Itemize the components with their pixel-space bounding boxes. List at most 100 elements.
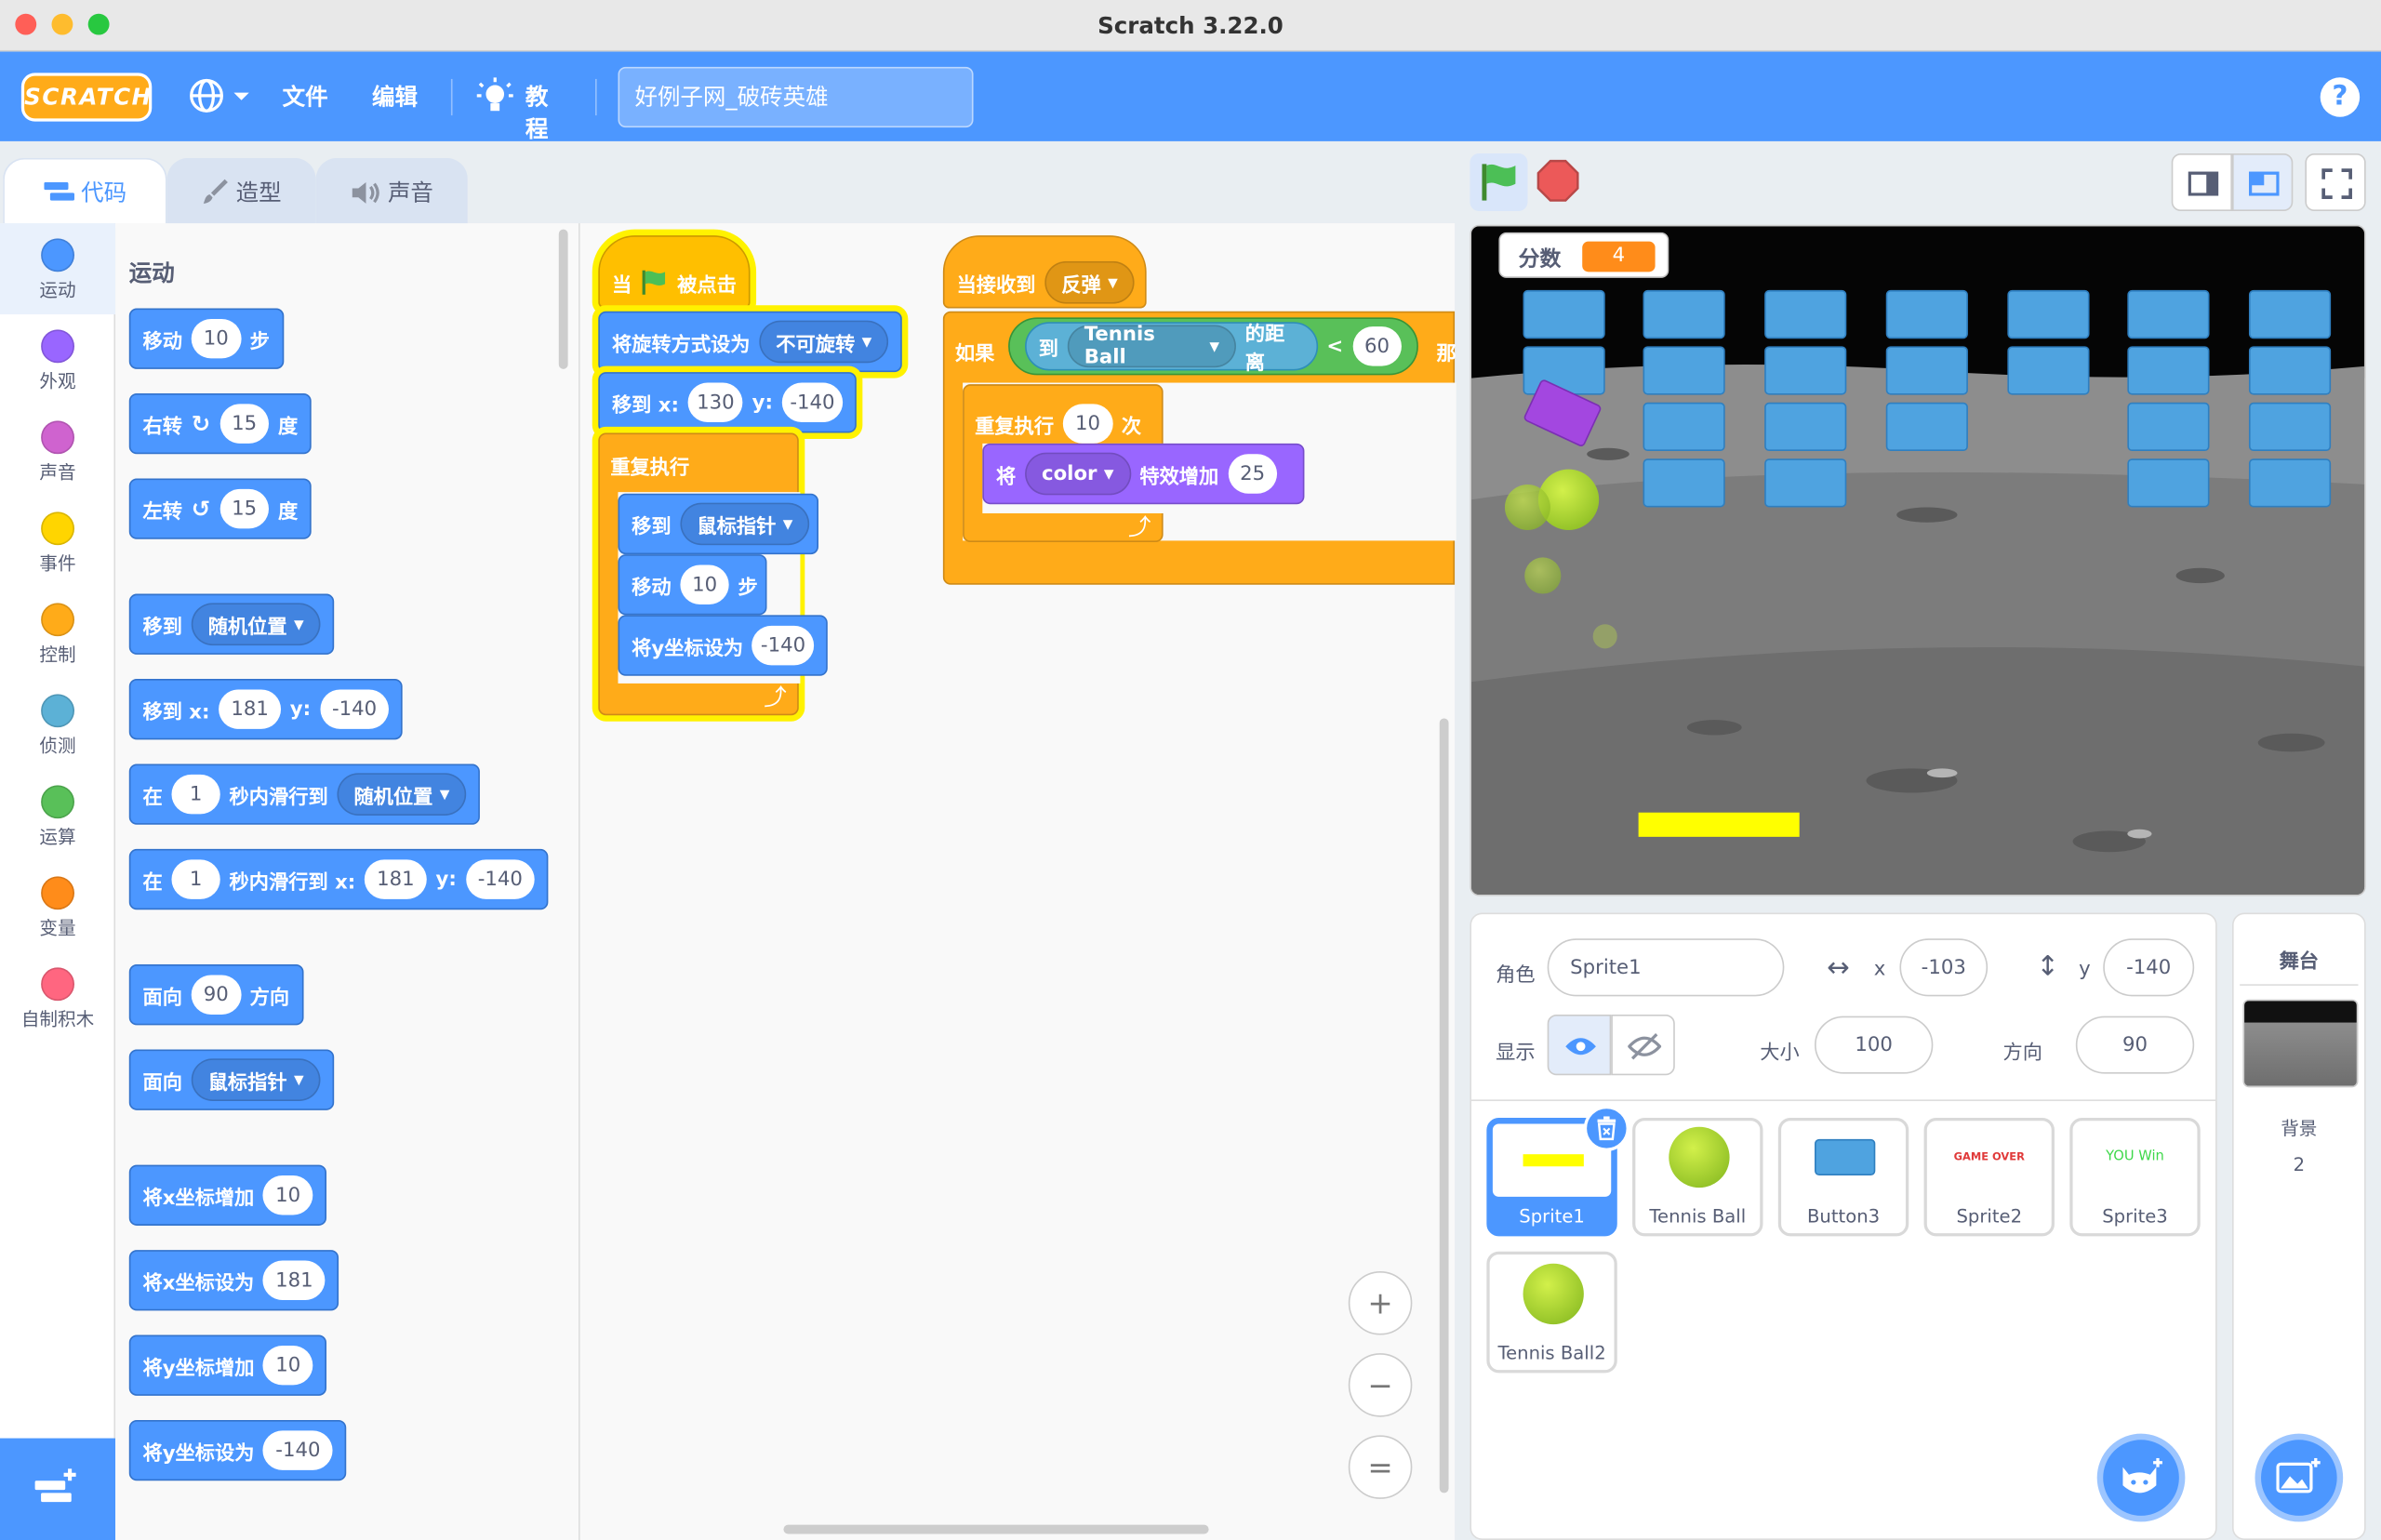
category-4[interactable]: 事件 [0,497,115,588]
tab-code[interactable]: 代码 [3,157,167,228]
block-input[interactable]: 130 [687,382,743,423]
block-move-steps[interactable]: 移动 10 步 [128,308,284,369]
block-input[interactable]: 15 [219,488,270,529]
file-menu[interactable]: 文件 [283,81,328,113]
block-input[interactable]: 15 [219,404,270,444]
block-input[interactable]: 1 [171,774,220,815]
block-goto-xy[interactable]: 移到 x: 181 y: -140 [128,679,403,740]
block-input[interactable]: 1 [171,859,220,899]
block-dropdown[interactable]: 鼠标指针 ▾ [680,502,810,546]
y-input[interactable]: -140 [2103,938,2195,997]
sprite-tile-sprite2[interactable]: GAME OVER Sprite2 [1923,1117,2055,1237]
block-input[interactable]: 181 [263,1260,326,1300]
direction-input[interactable]: 90 [2075,1016,2195,1074]
score-monitor[interactable]: 分数 4 [1498,232,1669,278]
small-stage-button[interactable] [2171,153,2232,212]
show-visible-button[interactable] [1547,1014,1612,1076]
block-distance-to[interactable]: 到 Tennis Ball ▾ 的距离 [1025,322,1318,375]
block-dropdown[interactable]: color ▾ [1025,452,1131,496]
block-set-y[interactable]: 将y坐标设为 -140 [618,615,828,676]
block-input[interactable]: -140 [465,859,535,899]
block-input[interactable]: 25 [1228,454,1278,494]
category-8[interactable]: 变量 [0,861,115,952]
category-9[interactable]: 自制积木 [0,952,115,1043]
x-input[interactable]: -103 [1899,938,1989,997]
block-input[interactable]: 181 [365,859,427,899]
scratch-logo[interactable]: SCRATCH [20,73,153,122]
fullscreen-button[interactable] [2305,153,2366,212]
block-set-y[interactable]: 将y坐标设为 -140 [128,1419,347,1481]
delete-sprite-button[interactable] [1583,1105,1629,1151]
block-set-x[interactable]: 将x坐标设为 181 [128,1250,339,1311]
block-set-rotation-style[interactable]: 将旋转方式设为 不可旋转 ▾ [598,311,902,373]
block-input[interactable]: 10 [680,564,729,604]
block-goto-target[interactable]: 移到 鼠标指针 ▾ [618,493,818,555]
large-stage-button[interactable] [2231,153,2294,212]
language-menu[interactable] [188,77,255,116]
help-button[interactable]: ? [2320,77,2361,117]
category-1[interactable]: 运动 [0,223,116,315]
block-point-direction[interactable]: 面向 90 方向 [128,964,303,1026]
block-dropdown[interactable]: 反弹 ▾ [1044,260,1135,304]
when-i-receive-hat[interactable]: 当接收到 反弹 ▾ [942,235,1147,309]
block-goto-xy[interactable]: 移到 x: 130 y: -140 [598,372,857,433]
sprite-tile-sprite1[interactable]: Sprite1 [1486,1105,1629,1237]
category-3[interactable]: 声音 [0,405,115,497]
tab-costumes[interactable]: 造型 [166,157,316,225]
add-sprite-button[interactable] [2096,1433,2186,1522]
block-input[interactable]: -140 [752,625,815,666]
script-hscrollbar[interactable] [783,1524,1209,1534]
block-dropdown[interactable]: 随机位置 ▾ [191,603,321,646]
zoom-in-button[interactable]: + [1348,1270,1413,1335]
category-7[interactable]: 运算 [0,770,115,861]
size-input[interactable]: 100 [1815,1016,1934,1074]
project-title-input[interactable]: 好例子网_破砖英雄 [618,66,974,128]
zoom-out-button[interactable]: − [1348,1353,1413,1417]
block-goto-random[interactable]: 移到 随机位置 ▾ [128,593,335,655]
sprite-tile-sprite3[interactable]: YOU Win Sprite3 [2069,1117,2201,1237]
add-backdrop-button[interactable] [2255,1433,2344,1522]
block-less-than[interactable]: 到 Tennis Ball ▾ 的距离 < 60 [1008,317,1418,376]
block-turn-right[interactable]: 右转 ↻ 15 度 [128,392,312,455]
sprite-tile-tennis-ball[interactable]: Tennis Ball [1632,1117,1763,1237]
add-extension-button[interactable] [0,1438,116,1540]
sprite-name-input[interactable]: Sprite1 [1547,938,1785,997]
block-input[interactable]: 181 [219,689,281,729]
block-dropdown[interactable]: 随机位置 ▾ [337,773,467,816]
sprite-tile-button3[interactable]: Button3 [1777,1117,1909,1237]
block-input[interactable]: 10 [1062,404,1113,444]
block-input[interactable]: -140 [781,382,844,423]
block-change-y[interactable]: 将y坐标增加 10 [128,1334,327,1396]
block-point-towards[interactable]: 面向 鼠标指针 ▾ [128,1049,335,1110]
edit-menu[interactable]: 编辑 [372,81,418,113]
stage-canvas[interactable]: 分数 4 [1470,224,2366,896]
category-5[interactable]: 控制 [0,588,115,679]
block-glide-xy[interactable]: 在 1 秒内滑行到 x: 181 y: -140 [128,848,549,910]
when-flag-clicked-hat[interactable]: 当 被点击 [598,235,751,309]
block-dropdown[interactable]: Tennis Ball ▾ [1067,324,1237,369]
tab-sounds[interactable]: 声音 [315,157,468,225]
script-vscrollbar[interactable] [1439,718,1449,1494]
block-input[interactable]: 10 [263,1175,313,1215]
backdrop-thumbnail[interactable] [2242,999,2359,1088]
block-input[interactable]: -140 [319,689,390,729]
script-area[interactable]: 当 被点击 将旋转方式设为 不可旋转 ▾ 移到 x: 130 y: -140 重复执行 ⤴… [579,223,1457,1540]
green-flag-button[interactable] [1470,153,1528,212]
block-glide-random[interactable]: 在 1 秒内滑行到 随机位置 ▾ [128,763,481,825]
block-move-steps[interactable]: 移动 10 步 [618,554,767,616]
block-input[interactable]: -140 [263,1430,333,1470]
block-input[interactable]: 10 [191,318,241,359]
block-input[interactable]: 90 [191,975,241,1015]
stage-target-panel[interactable]: 舞台 背景 2 [2231,912,2366,1540]
block-change-x[interactable]: 将x坐标增加 10 [128,1164,326,1226]
stop-button[interactable] [1536,159,1579,207]
tutorials-menu[interactable]: 教程 [476,77,548,143]
show-hidden-button[interactable] [1611,1014,1675,1076]
block-turn-left[interactable]: 左转 ↺ 15 度 [128,478,312,539]
block-input[interactable]: 10 [263,1345,313,1386]
zoom-reset-button[interactable]: = [1348,1435,1413,1499]
block-change-effect[interactable]: 将 color ▾ 特效增加 25 [982,443,1305,505]
block-dropdown[interactable]: 不可旋转 ▾ [759,320,889,364]
paddle-sprite[interactable] [1638,812,1800,837]
category-6[interactable]: 侦测 [0,679,115,770]
